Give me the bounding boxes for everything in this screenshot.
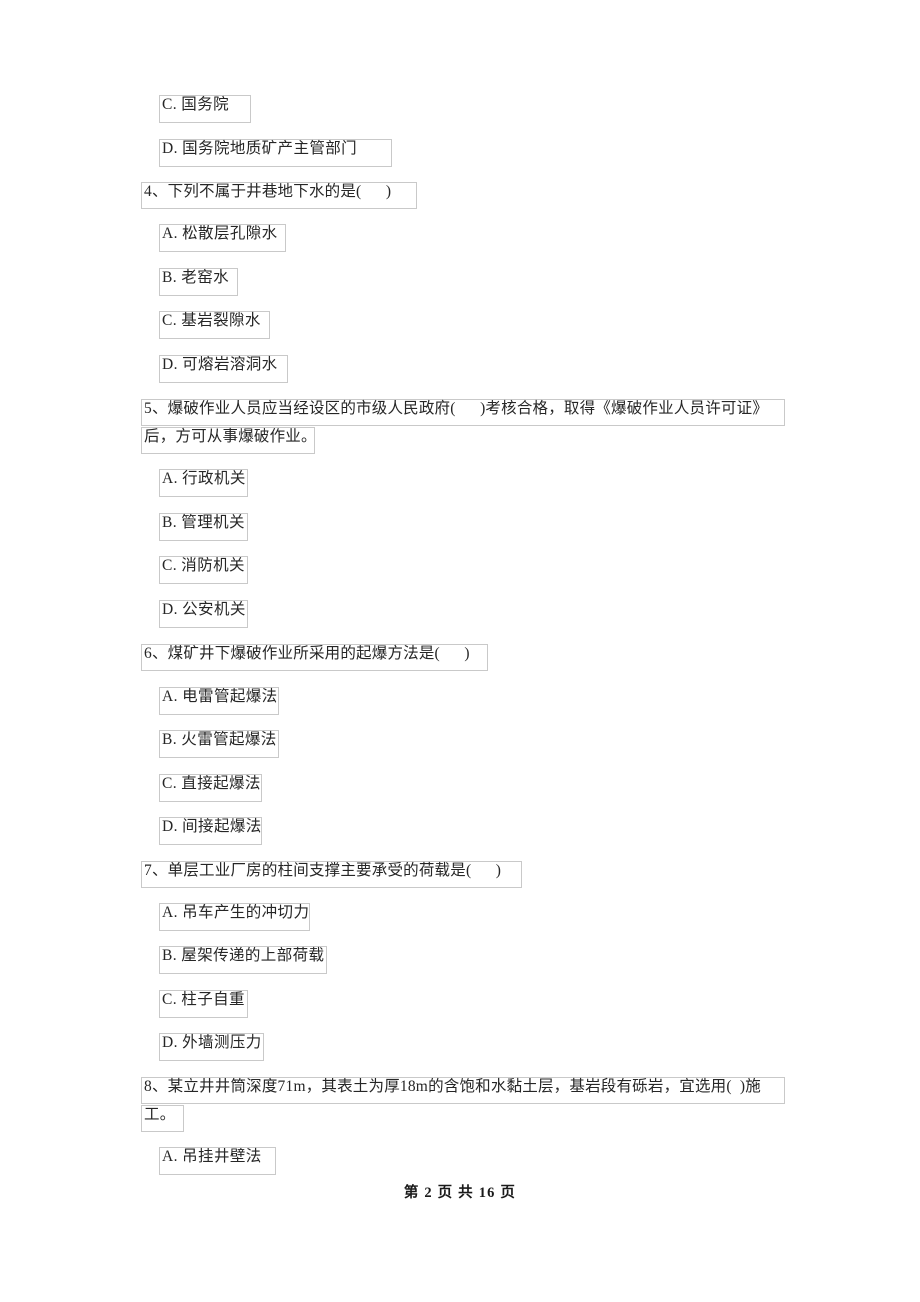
option-item: D. 外墙测压力 xyxy=(159,1033,264,1061)
option-item: A. 吊车产生的冲切力 xyxy=(159,903,310,931)
option-item: C. 柱子自重 xyxy=(159,990,248,1018)
option-item: B. 老窑水 xyxy=(159,268,238,296)
question-stem-continuation: 后，方可从事爆破作业。 xyxy=(141,427,317,454)
question-stem: 5、爆破作业人员应当经设区的市级人民政府( )考核合格，取得《爆破作业人员许可证… xyxy=(141,399,785,426)
option-item: B. 火雷管起爆法 xyxy=(159,730,279,758)
question-stem: 8、某立井井筒深度71m，其表土为厚18m的含饱和水黏土层，基岩段有砾岩，宜选用… xyxy=(141,1077,785,1104)
option-item: A. 松散层孔隙水 xyxy=(159,224,286,252)
option-item: C. 国务院 xyxy=(159,95,251,123)
question-stem: 7、单层工业厂房的柱间支撑主要承受的荷载是( ) xyxy=(141,861,522,888)
question-stem-continuation: 工。 xyxy=(141,1105,184,1132)
option-item: D. 国务院地质矿产主管部门 xyxy=(159,139,392,167)
option-item: A. 吊挂井壁法 xyxy=(159,1147,276,1175)
document-page: C. 国务院 D. 国务院地质矿产主管部门 4、下列不属于井巷地下水的是( ) … xyxy=(0,0,920,1302)
option-item: C. 消防机关 xyxy=(159,556,248,584)
option-item: A. 行政机关 xyxy=(159,469,248,497)
option-item: D. 可熔岩溶洞水 xyxy=(159,355,288,383)
option-item: C. 基岩裂隙水 xyxy=(159,311,270,339)
page-footer: 第 2 页 共 16 页 xyxy=(403,1185,517,1201)
option-item: D. 公安机关 xyxy=(159,600,248,628)
option-item: D. 间接起爆法 xyxy=(159,817,262,845)
option-item: A. 电雷管起爆法 xyxy=(159,687,279,715)
question-stem: 6、煤矿井下爆破作业所采用的起爆方法是( ) xyxy=(141,644,488,671)
option-item: B. 屋架传递的上部荷载 xyxy=(159,946,327,974)
option-item: B. 管理机关 xyxy=(159,513,248,541)
option-item: C. 直接起爆法 xyxy=(159,774,262,802)
question-stem: 4、下列不属于井巷地下水的是( ) xyxy=(141,182,417,209)
